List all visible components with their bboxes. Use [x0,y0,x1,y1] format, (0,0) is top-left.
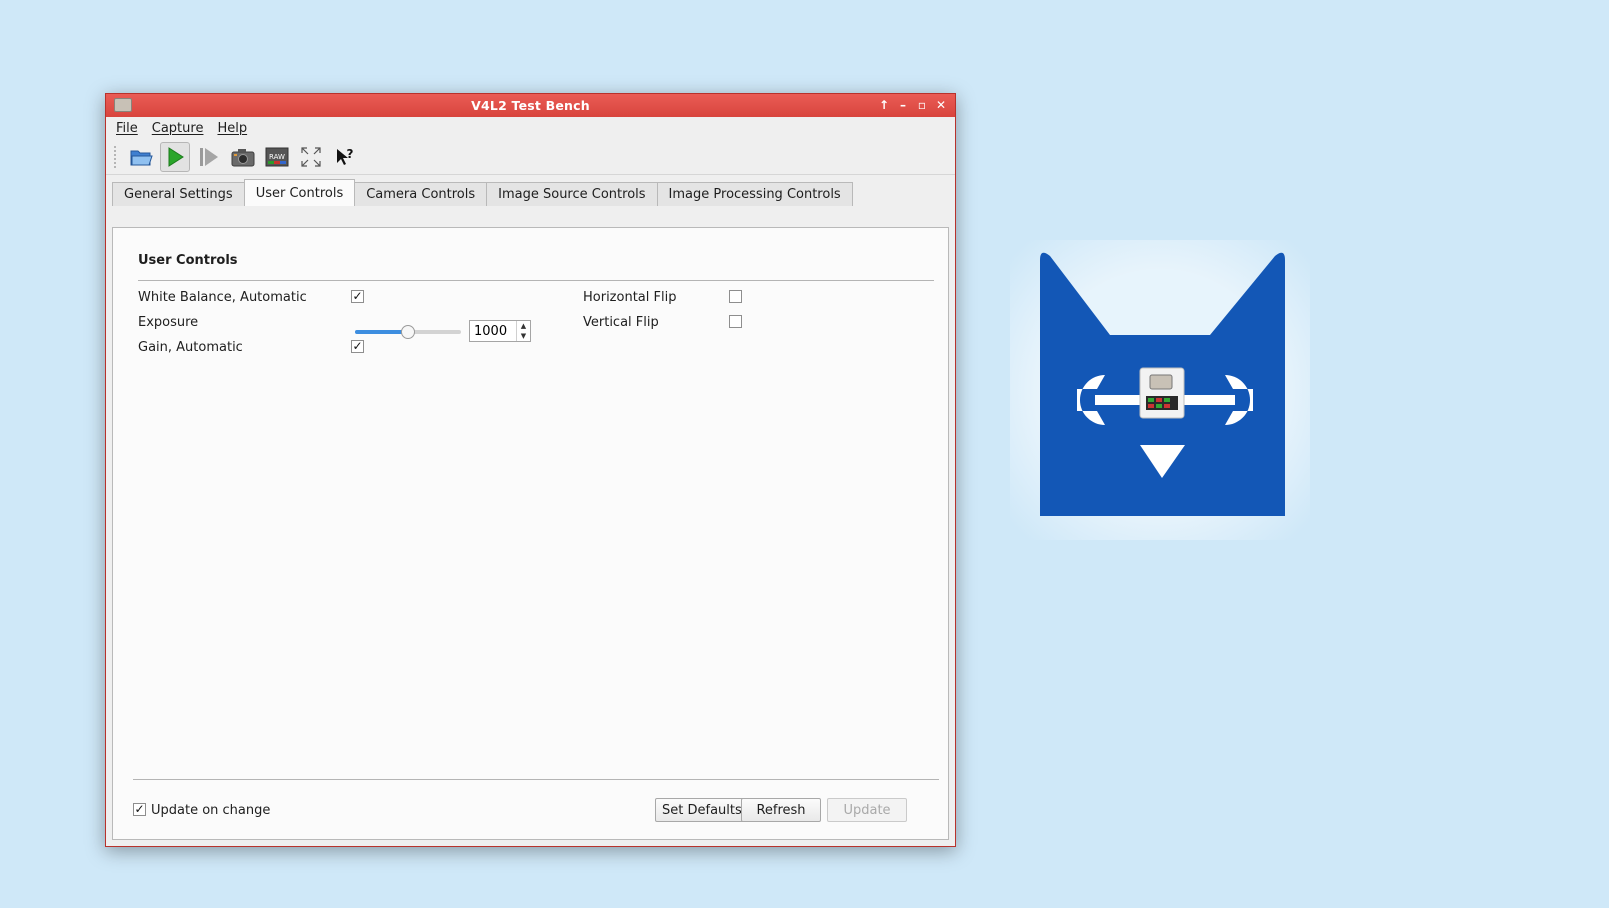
tab-camera-controls[interactable]: Camera Controls [354,182,488,206]
open-device-button[interactable] [126,142,156,172]
title-bar[interactable]: V4L2 Test Bench ↑ – ▫ ✕ [106,94,955,117]
fullscreen-button[interactable] [296,142,326,172]
update-on-change-label[interactable]: Update on change [151,803,270,818]
svg-text:RAW: RAW [269,153,285,161]
app-window: V4L2 Test Bench ↑ – ▫ ✕ File Capture Hel… [105,93,956,847]
toolbar-grip[interactable] [114,145,118,168]
tab-user-controls[interactable]: User Controls [243,179,356,206]
tab-general-settings[interactable]: General Settings [112,182,245,206]
start-capture-button[interactable] [160,141,190,172]
snapshot-icon [231,148,255,166]
spin-down-icon[interactable]: ▼ [517,331,530,341]
horizontal-flip-label: Horizontal Flip [583,290,677,305]
window-title: V4L2 Test Bench [471,98,590,113]
section-divider [138,280,934,281]
keep-above-icon[interactable]: ↑ [876,97,892,113]
tab-bar: General Settings User Controls Camera Co… [112,179,955,206]
cat-wrench-logo-icon [960,190,1360,590]
refresh-button[interactable]: Refresh [741,798,821,822]
gain-checkbox[interactable]: ✓ [351,340,364,353]
menu-file[interactable]: File [116,121,138,136]
spin-up-icon[interactable]: ▲ [517,321,530,331]
section-title: User Controls [138,253,238,268]
white-balance-checkbox[interactable]: ✓ [351,290,364,303]
svg-text:?: ? [347,147,354,161]
close-icon[interactable]: ✕ [933,97,949,113]
exposure-slider[interactable] [355,324,461,340]
exposure-spinbox[interactable]: ▲ ▼ [469,320,531,342]
tab-panel: User Controls White Balance, Automatic ✓… [112,227,949,840]
status-bar [106,838,955,846]
set-defaults-button[interactable]: Set Defaults [655,798,749,822]
raw-capture-button[interactable]: RAW [262,142,292,172]
whats-this-icon: ? [337,147,354,165]
open-device-icon [130,150,153,165]
tab-image-processing-controls[interactable]: Image Processing Controls [656,182,853,206]
menu-capture[interactable]: Capture [152,121,204,136]
vertical-flip-checkbox[interactable] [729,315,742,328]
white-balance-label: White Balance, Automatic [138,290,307,305]
single-step-button[interactable] [194,142,224,172]
start-capture-icon [168,146,184,167]
update-on-change-checkbox[interactable]: ✓ [133,803,146,816]
toolbar: RAW ? [106,139,955,175]
menu-help[interactable]: Help [217,121,247,136]
horizontal-flip-checkbox[interactable] [729,290,742,303]
snapshot-button[interactable] [228,142,258,172]
slider-handle[interactable] [401,325,415,339]
tab-image-source-controls[interactable]: Image Source Controls [486,182,658,206]
footer-divider [133,779,939,780]
single-step-icon [200,147,218,166]
menu-bar: File Capture Help [106,117,955,139]
fullscreen-icon [301,146,321,167]
update-button: Update [827,798,907,822]
maximize-icon[interactable]: ▫ [914,97,930,113]
minimize-icon[interactable]: – [895,97,911,113]
raw-capture-icon: RAW [265,147,289,166]
app-logo [960,190,1360,590]
vertical-flip-label: Vertical Flip [583,315,659,330]
whats-this-button[interactable]: ? [330,142,360,172]
exposure-label: Exposure [138,315,199,330]
exposure-input[interactable] [470,321,516,341]
gain-label: Gain, Automatic [138,340,243,355]
